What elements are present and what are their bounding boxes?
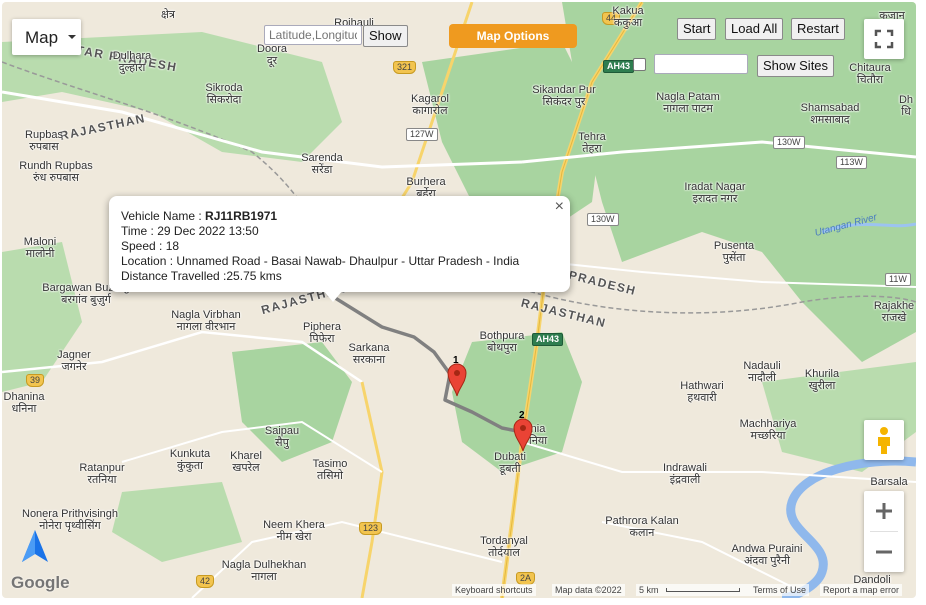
place-label: Hathwari हथवारी bbox=[680, 380, 724, 404]
zoom-out-button[interactable] bbox=[864, 532, 904, 572]
close-icon[interactable]: × bbox=[555, 198, 564, 216]
map-pin-icon bbox=[447, 363, 467, 397]
vehicle-name-row: Vehicle Name : RJ11RB1971 bbox=[121, 209, 278, 223]
place-label: Doora दूर bbox=[257, 43, 287, 67]
time-row: Time : 29 Dec 2022 13:50 bbox=[121, 224, 259, 238]
fullscreen-button[interactable] bbox=[864, 19, 904, 59]
restart-button[interactable]: Restart bbox=[791, 18, 845, 40]
distance-row: Distance Travelled :25.75 kms bbox=[121, 269, 282, 283]
scale-line bbox=[666, 588, 740, 592]
vehicle-info-window: Vehicle Name : RJ11RB1971 Time : 29 Dec … bbox=[109, 196, 570, 302]
place-label: Tasimo तसिमो bbox=[312, 458, 348, 482]
place-label: Dh धि bbox=[898, 94, 914, 118]
place-label: Piphera पिफेरा bbox=[303, 321, 341, 345]
place-label: Nagla Virbhan नागला वीरभान bbox=[171, 309, 241, 333]
latlong-input[interactable] bbox=[264, 25, 362, 45]
road-shield: 113W bbox=[836, 156, 867, 169]
place-label: Dhanina धनिना bbox=[3, 391, 45, 415]
sites-input[interactable] bbox=[654, 54, 748, 74]
report-error-link[interactable]: Report a map error bbox=[820, 584, 903, 596]
zoom-control bbox=[864, 491, 904, 572]
info-window-tail bbox=[323, 290, 343, 302]
road-shield: AH43 bbox=[603, 60, 635, 73]
place-label: Dulhara दुल्हारा bbox=[112, 50, 152, 74]
place-label: Nagla Dulhekhan नागला bbox=[221, 559, 307, 583]
road-shield: 130W bbox=[773, 136, 805, 149]
road-shield: 130W bbox=[587, 213, 619, 226]
road-shield: 42 bbox=[196, 575, 215, 588]
map-data-attribution: Map data ©2022 bbox=[552, 584, 625, 596]
place-label: Sarkana सरकाना bbox=[348, 342, 390, 366]
place-label: Maloni मालोनी bbox=[23, 236, 57, 260]
place-label: Nagla Patam नागला पाटम bbox=[656, 91, 720, 115]
place-label: Pathrora Kalan कलान bbox=[605, 515, 679, 539]
road-shield: 39 bbox=[26, 374, 45, 387]
road-shield: AH43 bbox=[532, 333, 564, 346]
marker-number: 1 bbox=[453, 355, 459, 366]
map-base bbox=[2, 2, 916, 598]
place-label: Sikandar Pur सिकंदर पुर bbox=[532, 84, 596, 108]
place-label: Rajakhe राजखे bbox=[873, 300, 915, 324]
map-type-control[interactable]: Map bbox=[12, 19, 81, 55]
google-logo: Google bbox=[11, 573, 70, 592]
map-options-button[interactable]: Map Options bbox=[449, 24, 577, 48]
zoom-out-icon bbox=[876, 550, 892, 554]
show-button[interactable]: Show bbox=[363, 25, 408, 47]
place-label: Chitaura चितौरा bbox=[849, 62, 891, 86]
place-label: Shamsabad शमसाबाद bbox=[800, 102, 860, 126]
vehicle-marker[interactable]: 2 bbox=[512, 410, 534, 453]
place-label: Kakua ककुआ bbox=[612, 5, 644, 29]
start-button[interactable]: Start bbox=[677, 18, 717, 40]
place-label: Saipau सैपु bbox=[264, 425, 300, 449]
keyboard-shortcuts-link[interactable]: Keyboard shortcuts bbox=[452, 584, 536, 596]
place-label: Iradat Nagar इरादत नगर bbox=[684, 181, 746, 205]
map-type-label: Map bbox=[25, 28, 59, 47]
place-label: Pusenta पुसेंता bbox=[713, 240, 755, 264]
place-label: Machhariya मच्छरिया bbox=[739, 418, 797, 442]
sites-checkbox[interactable] bbox=[633, 58, 646, 71]
place-label: Jagner जगनेर bbox=[57, 349, 91, 373]
place-label: Barsala bbox=[870, 476, 908, 488]
place-label: Bothpura बोथपुरा bbox=[479, 330, 525, 354]
terms-link[interactable]: Terms of Use bbox=[750, 584, 810, 596]
vehicle-marker[interactable]: 1 bbox=[446, 355, 468, 398]
pegman-icon bbox=[878, 427, 890, 454]
place-label: Tehra तेहरा bbox=[578, 131, 606, 155]
place-label: Dubati डूबती bbox=[494, 451, 526, 475]
road-shield: 11W bbox=[885, 273, 911, 286]
place-label: Khurila खुरीला bbox=[804, 368, 840, 392]
place-label: Sikroda सिकरोदा bbox=[205, 82, 243, 106]
app-logo-icon bbox=[22, 530, 48, 562]
place-label: Kagarol कागारोल bbox=[411, 93, 449, 117]
speed-row: Speed : 18 bbox=[121, 239, 180, 253]
dropdown-caret-icon bbox=[68, 35, 76, 39]
road-shield: 123 bbox=[359, 522, 383, 535]
map-pin-icon bbox=[513, 418, 533, 452]
map-canvas[interactable]: UTTAR PRADESH RAJASTHAN RAJASTHAN RAJAST… bbox=[2, 2, 916, 598]
place-label: Rupbas रुपबास bbox=[25, 129, 63, 153]
scale-bar: 5 km bbox=[636, 584, 750, 596]
marker-number: 2 bbox=[519, 410, 525, 421]
zoom-in-icon bbox=[876, 503, 892, 519]
place-label: Nadauli नादौली bbox=[743, 360, 781, 384]
show-sites-button[interactable]: Show Sites bbox=[757, 55, 835, 77]
zoom-in-button[interactable] bbox=[864, 491, 904, 531]
road-shield: 321 bbox=[393, 61, 417, 74]
place-label: Ratanpur रतनिया bbox=[79, 462, 125, 486]
place-label: Andwa Puraini अंदवा पुरैनी bbox=[731, 543, 803, 567]
place-label: Sarenda सरेंडा bbox=[301, 152, 343, 176]
place-label: Neem Khera नीम खेरा bbox=[263, 519, 325, 543]
place-label: Kharel खपरेल bbox=[230, 450, 262, 474]
place-label: क्षेत्र bbox=[161, 9, 175, 21]
road-shield: 127W bbox=[406, 128, 438, 141]
place-label: Kunkuta कुंकुता bbox=[169, 448, 211, 472]
load-all-button[interactable]: Load All bbox=[725, 18, 784, 40]
place-label: Rundh Rupbas रुंध रुपबास bbox=[19, 160, 93, 184]
place-label: Indrawali इंद्रवाली bbox=[662, 462, 708, 486]
place-label: Tordanyal तोर्दयाल bbox=[480, 535, 528, 559]
vehicle-name: RJ11RB1971 bbox=[205, 209, 278, 223]
location-row: Location : Unnamed Road - Basai Nawab- D… bbox=[121, 254, 520, 268]
fullscreen-icon bbox=[874, 29, 894, 49]
street-view-button[interactable] bbox=[864, 420, 904, 460]
